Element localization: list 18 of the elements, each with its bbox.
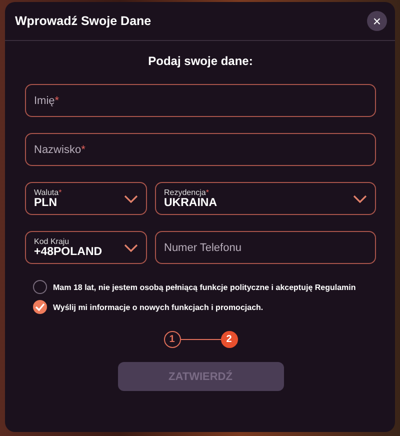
checkbox-label: Wyślij mi informacje o nowych funkcjach i promocjach. xyxy=(53,302,264,312)
step-indicator: 2 xyxy=(220,331,238,348)
checkbox[interactable] xyxy=(33,300,47,314)
checkbox[interactable] xyxy=(33,280,47,294)
input-field[interactable]: Imię* xyxy=(25,84,376,117)
select-field[interactable]: Kod Kraju +48POLAND xyxy=(25,231,147,264)
close-button[interactable]: × xyxy=(367,11,387,31)
chevron-down-icon xyxy=(353,194,367,202)
step-indicator: 1 xyxy=(164,331,180,348)
form-heading: Podaj swoje dane: xyxy=(147,54,254,68)
input-field[interactable]: Numer Telefonu xyxy=(155,231,376,264)
input-field[interactable]: Nazwisko* xyxy=(25,133,376,166)
chevron-down-icon xyxy=(124,244,138,252)
dialog-title: Wprowadź Swoje Dane xyxy=(15,14,152,28)
chevron-down-icon xyxy=(124,194,138,202)
select-field[interactable]: Waluta* PLN xyxy=(25,182,147,215)
select-field[interactable]: Rezydencja* UKRAINA xyxy=(155,182,376,215)
checkbox-label: Mam 18 lat, nie jestem osobą pełniącą funkcje polityczne i akceptuję Regulamin xyxy=(53,282,356,292)
